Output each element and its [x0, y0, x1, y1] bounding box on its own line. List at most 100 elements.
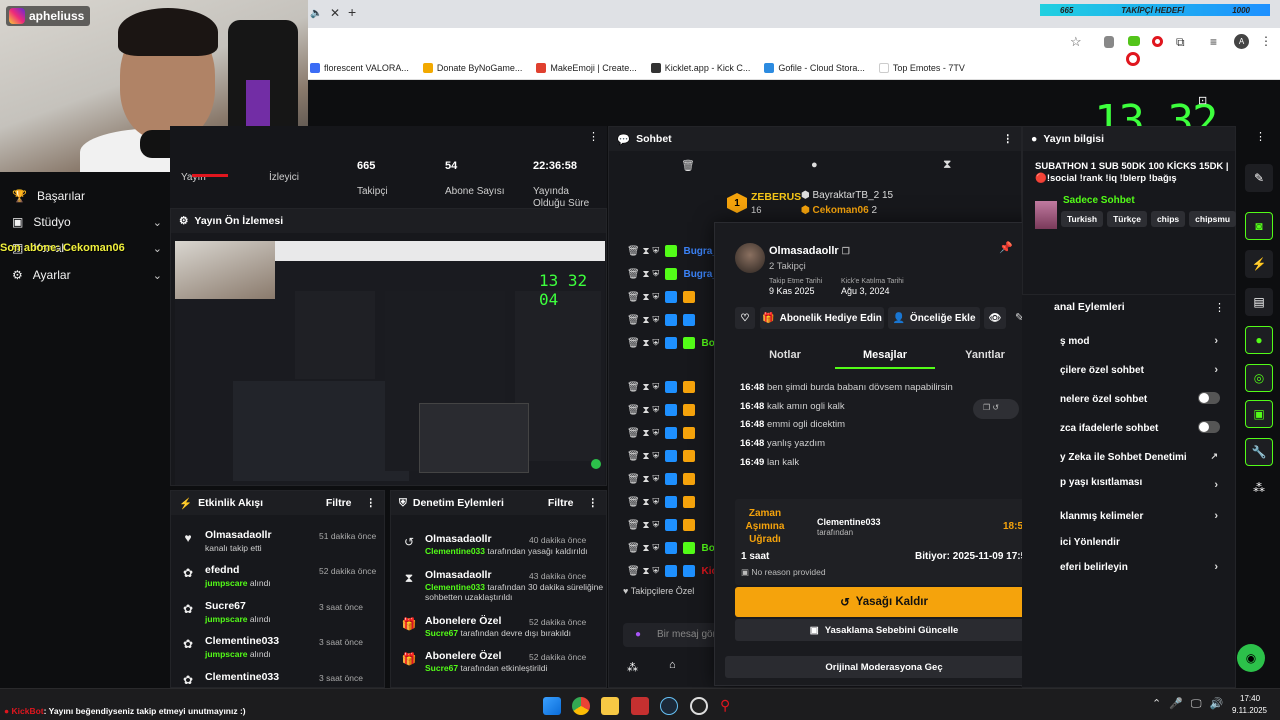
action-ai-moderation[interactable]: y Zeka ile Sohbet Denetimi ↗: [1060, 451, 1228, 463]
chat-message[interactable]: 🗑 ⧗ ⛨: [627, 473, 696, 485]
leaderboard-second[interactable]: ⬢ BayraktarTB_2 15: [801, 190, 893, 201]
message-actions[interactable]: ❐ ↺: [973, 399, 1019, 419]
bookmark-item[interactable]: Kicklet.app - Kick C...: [650, 62, 750, 73]
filter-button[interactable]: Filtre: [548, 497, 574, 509]
leaderboard-top-name[interactable]: ZEBERUS: [751, 191, 801, 203]
hourglass-icon[interactable]: ⧗: [943, 157, 951, 172]
message-item[interactable]: 16:48 emmi ogli dicektim: [740, 419, 845, 430]
new-tab-icon[interactable]: +: [348, 4, 356, 20]
explorer-icon[interactable]: [601, 697, 619, 715]
chat-message[interactable]: 🗑 ⧗ ⛨: [627, 450, 696, 462]
start-icon[interactable]: [543, 697, 561, 715]
chat-message[interactable]: 🗑 ⧗ ⛨ Kic: [627, 565, 717, 577]
extension-icon[interactable]: [1104, 36, 1114, 48]
action-banned-words[interactable]: klanmış kelimeler ›: [1060, 510, 1228, 522]
action-emote-mode[interactable]: ş mod ›: [1060, 335, 1228, 347]
emote-icon[interactable]: ⁂: [627, 661, 638, 674]
sidebar-item-settings[interactable]: ⚙ Ayarlar ⌄: [12, 268, 162, 282]
bookmark-item[interactable]: Donate ByNoGame...: [422, 62, 522, 73]
support-button[interactable]: ◉: [1237, 644, 1265, 672]
store-icon[interactable]: ⌂: [669, 659, 676, 671]
chat-message[interactable]: 🗑 ⧗ ⛨ Bugra_: [627, 268, 718, 280]
puzzle-icon[interactable]: ⧉: [1176, 35, 1185, 50]
update-ban-reason-button[interactable]: ▣ Yasaklama Sebebini Güncelle: [735, 619, 1033, 641]
tools-button[interactable]: 🔧: [1245, 438, 1273, 466]
action-account-age[interactable]: p yaşı kısıtlaması ›: [1060, 477, 1228, 491]
more-icon[interactable]: ⋮: [588, 130, 599, 143]
apps-button[interactable]: ⁂: [1245, 474, 1273, 502]
chat-message[interactable]: 🗑 ⧗ ⛨: [627, 404, 696, 416]
chat-message[interactable]: 🗑 ⧗ ⛨: [627, 519, 696, 531]
original-moderation-button[interactable]: Orijinal Moderasyona Geç: [725, 656, 1043, 678]
message-item[interactable]: 16:48 yanlış yazdım: [740, 438, 825, 449]
obs-icon[interactable]: [690, 697, 708, 715]
extension-green-icon[interactable]: [1128, 36, 1140, 46]
tab-replies[interactable]: Yanıtlar: [935, 341, 1035, 369]
tray-icons[interactable]: ⌃🎤🖵🔊: [1152, 697, 1231, 711]
chat-tool-button[interactable]: ●: [1245, 326, 1273, 354]
more-icon[interactable]: ⋮: [588, 497, 599, 509]
message-item[interactable]: 16:48 kalk amın ogli kalk: [740, 401, 845, 412]
chat-message[interactable]: 🗑 ⧗ ⛨: [627, 291, 696, 303]
tag[interactable]: Türkçe: [1107, 211, 1147, 227]
chat-message[interactable]: 🗑 ⧗ ⛨: [627, 381, 696, 393]
filter-button[interactable]: Filtre: [326, 497, 352, 509]
bookmark-item[interactable]: florescent VALORA...: [310, 62, 409, 73]
toggle-switch[interactable]: [1198, 392, 1220, 404]
action-subscribers-chat[interactable]: nelere özel sohbet: [1060, 392, 1228, 405]
action-followers-chat[interactable]: çilere özel sohbet ›: [1060, 364, 1228, 376]
chat-bubble-icon[interactable]: ●: [811, 159, 818, 171]
mute-tab-icon[interactable]: 🔈: [310, 8, 322, 19]
category-name[interactable]: Sadece Sohbet: [1063, 195, 1135, 206]
bookmark-item[interactable]: Gofile - Cloud Stora...: [764, 62, 865, 73]
app-icon[interactable]: [631, 697, 649, 715]
bookmark-item[interactable]: MakeEmoji | Create...: [536, 62, 637, 73]
follow-button[interactable]: ♡: [735, 307, 755, 329]
notes-button[interactable]: ▤: [1245, 288, 1273, 316]
media-icon[interactable]: ≡: [1210, 35, 1217, 49]
trash-icon[interactable]: 🗑: [681, 159, 695, 172]
bookmark-item[interactable]: Top Emotes - 7TV: [878, 62, 965, 73]
tag[interactable]: Turkish: [1061, 211, 1104, 227]
profile-avatar[interactable]: A: [1234, 34, 1249, 49]
more-icon[interactable]: ⋮: [366, 497, 377, 509]
steam-icon[interactable]: [660, 697, 678, 715]
toggle-switch[interactable]: [1198, 421, 1220, 433]
tab-messages[interactable]: Mesajlar: [835, 341, 935, 369]
broadcast-button[interactable]: ◎: [1245, 364, 1273, 392]
chat-message[interactable]: 🗑 ⧗ ⛨ Bot: [627, 337, 718, 349]
bolt-button[interactable]: ⚡: [1245, 250, 1273, 278]
action-emote-only-chat[interactable]: zca ifadelerle sohbet: [1060, 421, 1228, 434]
chat-message[interactable]: 🗑 ⧗ ⛨: [627, 496, 696, 508]
message-item[interactable]: 16:48 ben şimdi burda babanı dövsem napa…: [740, 382, 953, 393]
tab-notes[interactable]: Notlar: [735, 341, 835, 369]
sidebar-item-studio[interactable]: ▣ Stüdyo ⌄: [12, 215, 162, 229]
location-icon[interactable]: ⚲: [720, 697, 734, 715]
add-priority-button[interactable]: 👤 Önceliğe Ekle: [888, 307, 980, 329]
chat-message[interactable]: 🗑 ⧗ ⛨: [627, 314, 696, 326]
chrome-icon[interactable]: [572, 697, 590, 715]
edit-button[interactable]: ✎: [1245, 164, 1273, 192]
stream-preview-image[interactable]: 13 32 04: [175, 241, 605, 485]
sidebar-item-achievements[interactable]: 🏆 Başarılar: [12, 189, 162, 203]
pin-icon[interactable]: 📌: [999, 241, 1013, 254]
close-tab-icon[interactable]: ✕: [330, 6, 340, 20]
copy-icon[interactable]: ❐: [842, 246, 850, 256]
action-set-target[interactable]: eferi belirleyin ›: [1060, 561, 1228, 573]
more-icon[interactable]: ⋮: [1214, 301, 1225, 314]
opera-icon[interactable]: [1152, 36, 1163, 47]
gift-sub-button[interactable]: 🎁 Abonelik Hediye Edin: [760, 307, 884, 329]
bookmark-star-icon[interactable]: ☆: [1070, 34, 1082, 50]
tag[interactable]: chipsmu: [1189, 211, 1237, 227]
action-raid[interactable]: ici Yönlendir: [1060, 537, 1228, 548]
camera-tool-button[interactable]: ◙: [1245, 212, 1273, 240]
message-item[interactable]: 16:49 lan kalk: [740, 457, 799, 468]
chat-message[interactable]: 🗑 ⧗ ⛨: [627, 427, 696, 439]
more-icon[interactable]: ⋮: [1255, 130, 1266, 143]
menu-icon[interactable]: ⋮: [1260, 34, 1272, 48]
tag[interactable]: chips: [1150, 211, 1186, 227]
chat-message[interactable]: 🗑 ⧗ ⛨ Bugra_: [627, 245, 718, 257]
view-button[interactable]: 👁: [984, 307, 1006, 329]
layout-button[interactable]: ▣: [1245, 400, 1273, 428]
leaderboard-third[interactable]: ⬢ Cekoman06 2: [801, 205, 877, 216]
